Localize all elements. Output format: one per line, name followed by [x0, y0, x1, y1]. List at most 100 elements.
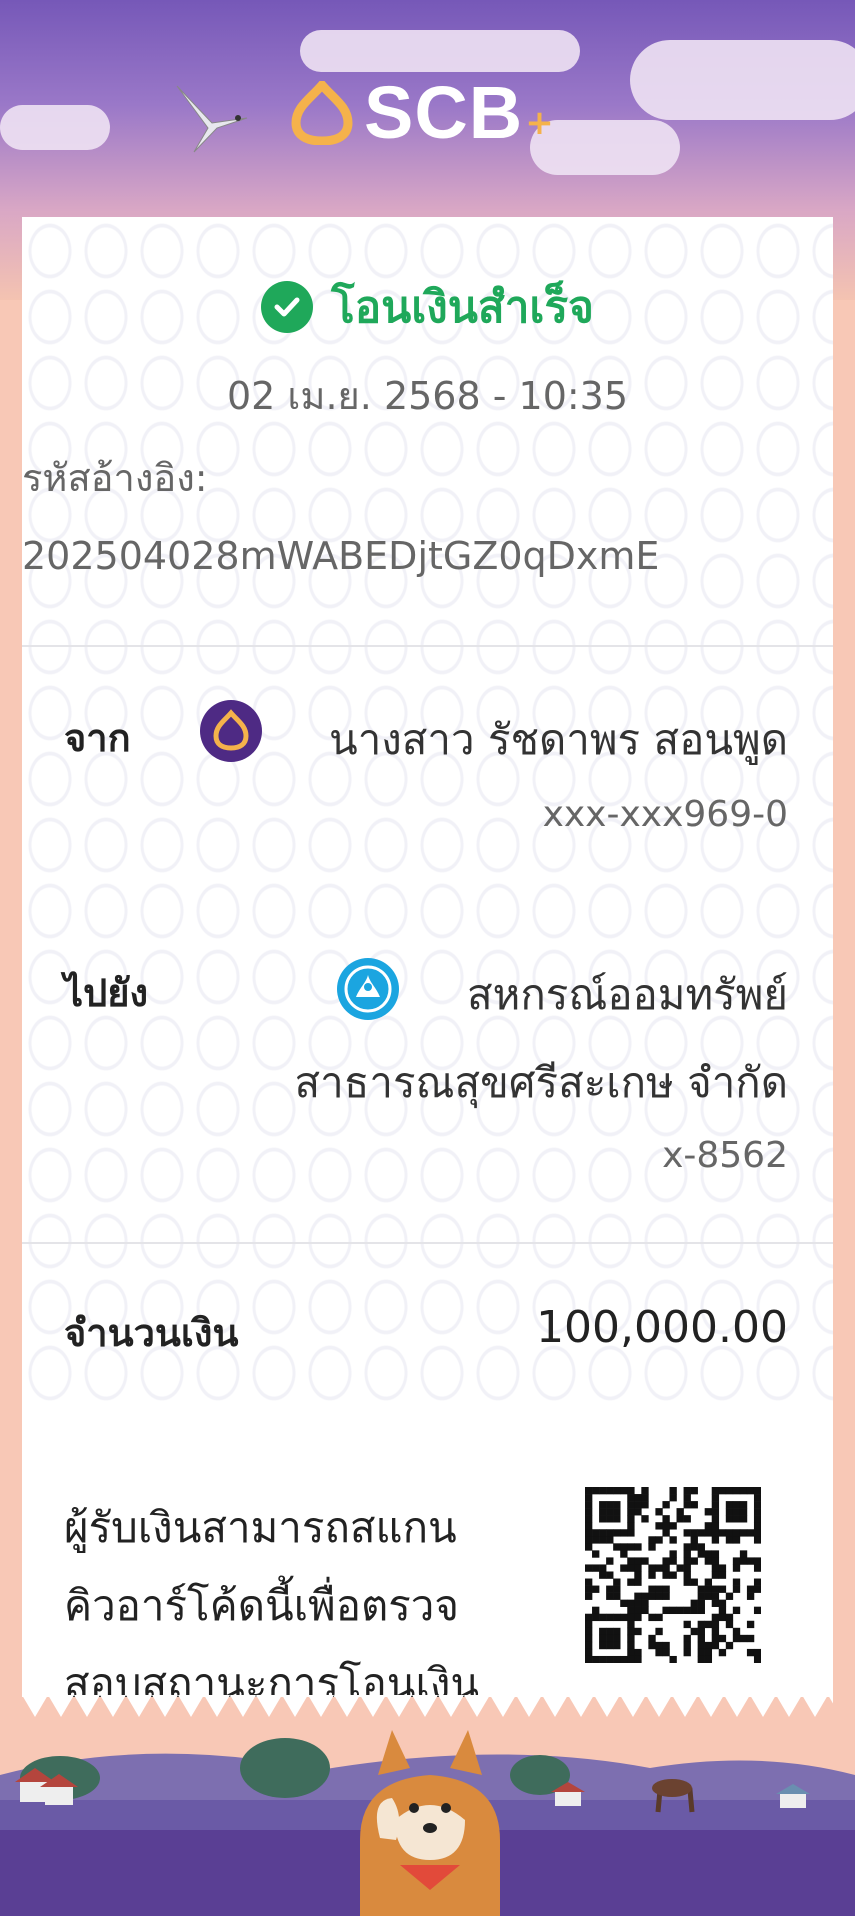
qr-module: [704, 1529, 713, 1537]
qr-module: [634, 1501, 642, 1509]
qr-module: [655, 1648, 663, 1657]
qr-module: [592, 1585, 600, 1593]
qr-module: [711, 1641, 720, 1650]
qr-module: [641, 1515, 649, 1523]
qr-module: [606, 1557, 614, 1565]
qr-module: [669, 1557, 677, 1565]
qr-module: [627, 1578, 635, 1586]
qr-module: [641, 1494, 649, 1502]
qr-module: [599, 1508, 607, 1516]
qr-module: [662, 1501, 670, 1509]
qr-module: [669, 1487, 677, 1495]
qr-module: [620, 1564, 628, 1572]
qr-module: [718, 1585, 727, 1593]
qr-module: [704, 1522, 713, 1530]
qr-module: [711, 1487, 720, 1495]
qr-module: [732, 1564, 741, 1572]
qr-module: [746, 1557, 755, 1565]
qr-module: [648, 1585, 656, 1593]
qr-module: [725, 1592, 734, 1600]
qr-module: [634, 1613, 642, 1622]
qr-module: [683, 1634, 691, 1643]
qr-module: [599, 1627, 607, 1636]
qr-module: [606, 1529, 614, 1537]
qr-module: [732, 1536, 741, 1544]
krungthai-bank-icon: [337, 958, 399, 1020]
qr-module: [662, 1564, 670, 1572]
qr-module: [711, 1501, 720, 1509]
qr-module: [592, 1536, 600, 1544]
qr-module: [704, 1550, 713, 1558]
qr-module: [627, 1515, 635, 1523]
qr-module: [704, 1557, 713, 1565]
qr-module: [697, 1585, 705, 1593]
qr-module: [613, 1585, 621, 1593]
qr-module: [697, 1592, 705, 1600]
sender-account: xxx-xxx969-0: [542, 794, 788, 835]
qr-module: [676, 1508, 684, 1516]
bird-icon: [176, 85, 248, 153]
qr-module: [606, 1487, 614, 1495]
qr-module: [683, 1543, 691, 1551]
qr-module: [669, 1655, 677, 1663]
qr-module: [732, 1557, 741, 1565]
qr-module: [627, 1508, 635, 1516]
qr-module: [641, 1592, 649, 1600]
reference-number: 202504028mWABEDjtGZ0qDxmE: [22, 534, 660, 578]
qr-module: [725, 1515, 734, 1523]
amount-label: จำนวนเงิน: [64, 1311, 239, 1355]
qr-module: [627, 1522, 635, 1530]
qr-module: [599, 1571, 607, 1579]
qr-module: [599, 1641, 607, 1650]
qr-module: [697, 1655, 705, 1663]
qr-module: [585, 1543, 593, 1551]
qr-module: [585, 1536, 593, 1544]
qr-module: [718, 1599, 727, 1607]
qr-module: [725, 1620, 734, 1629]
qr-module: [732, 1634, 741, 1643]
qr-module: [599, 1536, 607, 1544]
qr-module: [711, 1592, 720, 1600]
qr-module: [753, 1536, 761, 1544]
qr-module: [662, 1585, 670, 1593]
qr-module: [606, 1627, 614, 1636]
qr-module: [690, 1487, 698, 1495]
qr-module: [599, 1564, 607, 1572]
verification-qr-code[interactable]: [585, 1487, 761, 1663]
qr-module: [620, 1550, 628, 1558]
qr-module: [599, 1655, 607, 1663]
qr-module: [585, 1620, 593, 1629]
qr-module: [627, 1557, 635, 1565]
qr-module: [683, 1578, 691, 1586]
qr-module: [592, 1564, 600, 1572]
qr-module: [746, 1529, 755, 1537]
recipient-account: x-8562: [662, 1135, 788, 1176]
qr-module: [725, 1529, 734, 1537]
qr-module: [711, 1599, 720, 1607]
qr-module: [711, 1522, 720, 1530]
qr-module: [704, 1508, 713, 1516]
qr-module: [662, 1641, 670, 1650]
qr-module: [746, 1487, 755, 1495]
qr-module: [634, 1606, 642, 1615]
qr-module: [634, 1564, 642, 1572]
qr-module: [655, 1522, 663, 1530]
scb-logo-icon: [291, 80, 353, 145]
from-label: จาก: [64, 716, 131, 760]
qr-module: [697, 1634, 705, 1643]
qr-module: [683, 1571, 691, 1579]
qr-module: [627, 1599, 635, 1607]
qr-module: [613, 1592, 621, 1600]
qr-module: [613, 1641, 621, 1650]
qr-module: [697, 1641, 705, 1650]
qr-module: [585, 1487, 593, 1495]
qr-module: [662, 1515, 670, 1523]
qr-module: [613, 1543, 621, 1551]
success-check-icon: [261, 281, 314, 333]
qr-module: [627, 1501, 635, 1509]
qr-module: [648, 1592, 656, 1600]
qr-module: [739, 1557, 748, 1565]
qr-module: [718, 1564, 727, 1572]
qr-module: [718, 1606, 727, 1615]
qr-module: [683, 1494, 691, 1502]
